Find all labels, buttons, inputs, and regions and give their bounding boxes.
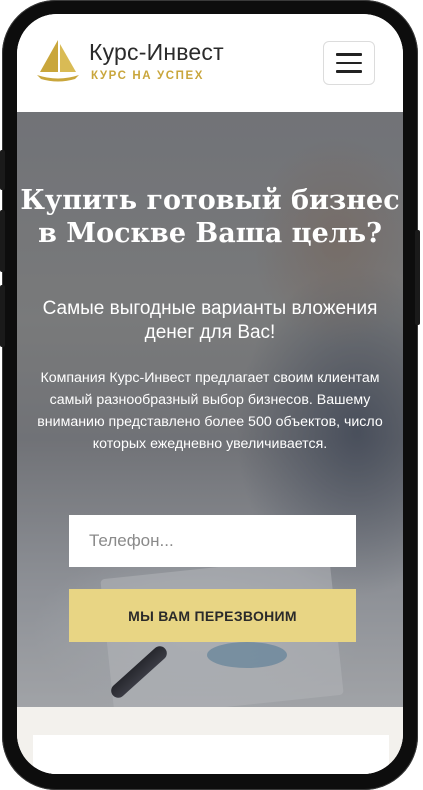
hamburger-menu-icon [336, 61, 362, 65]
brand-name[interactable]: Курс-Инвест [89, 39, 224, 66]
hamburger-menu-icon [336, 70, 362, 73]
site-header: Курс-Инвест КУРС НА УСПЕХ [17, 14, 403, 112]
hero-section: Купить готовый бизнес в Москве Ваша цель… [17, 112, 403, 707]
brand-tagline: КУРС НА УСПЕХ [91, 70, 205, 82]
phone-mute-switch [0, 150, 5, 190]
callback-button[interactable]: МЫ ВАМ ПЕРЕЗВОНИМ [69, 589, 356, 642]
phone-input[interactable] [69, 515, 356, 567]
phone-power-button [415, 230, 420, 325]
hero-description: Компания Курс-Инвест предлагает своим кл… [37, 370, 383, 452]
phone-volume-up [0, 210, 5, 272]
hamburger-menu-icon [336, 53, 362, 56]
content-card [33, 735, 389, 774]
hero-title: Купить готовый бизнес в Москве Ваша цель… [20, 185, 400, 249]
phone-volume-down [0, 285, 5, 347]
phone-screen: Курс-Инвест КУРС НА УСПЕХ Купить готовый… [17, 14, 403, 774]
hamburger-menu-button[interactable] [323, 41, 375, 85]
content-section [17, 707, 403, 774]
hero-subtitle: Самые выгодные варианты вложения денег д… [42, 298, 378, 343]
sailboat-logo-icon [37, 40, 79, 82]
